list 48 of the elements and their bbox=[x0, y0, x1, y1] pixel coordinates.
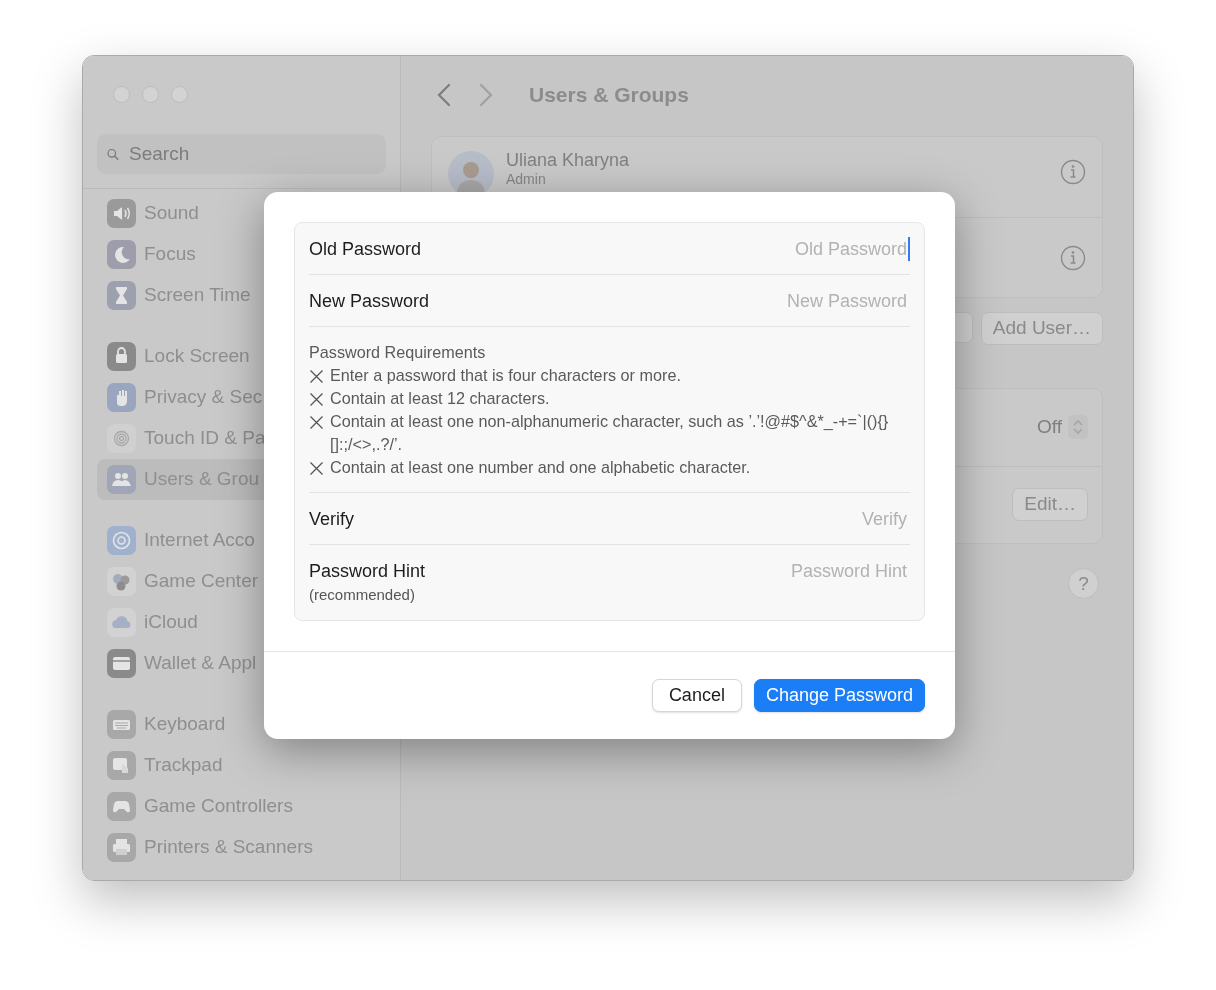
edit-button[interactable]: Edit… bbox=[1012, 488, 1088, 521]
password-field[interactable]: Verify bbox=[609, 507, 907, 531]
sidebar-item[interactable]: Game Controllers bbox=[97, 786, 386, 827]
cloud-icon bbox=[107, 608, 136, 637]
search-input[interactable]: Search bbox=[127, 135, 376, 173]
sidebar-item[interactable]: iCloud bbox=[97, 602, 386, 643]
field-label: Old Password bbox=[309, 238, 422, 261]
password-field[interactable]: Password Hint bbox=[609, 559, 907, 583]
people-icon bbox=[107, 465, 136, 494]
gamepad-icon bbox=[107, 792, 136, 821]
speaker-icon bbox=[107, 199, 136, 228]
field-note: (recommended) bbox=[309, 585, 416, 605]
hand-icon bbox=[107, 383, 136, 412]
requirements-title: Password Requirements bbox=[309, 342, 487, 363]
password-field[interactable]: Old Password bbox=[609, 237, 907, 261]
sidebar-item[interactable]: Trackpad bbox=[97, 745, 386, 786]
user-role: Admin bbox=[506, 171, 547, 188]
info-icon[interactable] bbox=[1060, 159, 1086, 185]
page-title: Users & Groups bbox=[529, 82, 689, 109]
back-icon[interactable] bbox=[437, 83, 451, 107]
password-field[interactable]: New Password bbox=[609, 289, 907, 313]
info-icon[interactable] bbox=[1060, 244, 1086, 271]
help-button[interactable]: ? bbox=[1068, 567, 1099, 599]
field-label: Password Hint bbox=[309, 561, 426, 581]
bubbles-icon bbox=[107, 567, 136, 596]
field-label: New Password bbox=[309, 290, 430, 313]
sidebar-item[interactable]: Keyboard bbox=[97, 704, 386, 745]
requirement-text: Enter a password that is four characters or more. bbox=[330, 365, 681, 386]
sidebar-item[interactable]: Sound bbox=[97, 193, 386, 234]
search-field[interactable]: Search bbox=[97, 134, 386, 174]
printer-icon bbox=[107, 833, 136, 862]
keyboard-icon bbox=[107, 710, 136, 739]
user-name: Uliana Kharyna bbox=[506, 151, 631, 171]
stepper-arrows-icon bbox=[1068, 415, 1088, 439]
forward-icon[interactable] bbox=[479, 83, 493, 107]
hourglass-icon bbox=[107, 281, 136, 310]
sidebar-item[interactable]: Printers & Scanners bbox=[97, 827, 386, 868]
change-password-button[interactable]: Change Password bbox=[753, 678, 925, 712]
requirement-text: Contain at least 12 characters. bbox=[330, 388, 550, 409]
cancel-button[interactable]: Cancel bbox=[651, 678, 742, 712]
wallet-icon bbox=[107, 649, 136, 678]
moon-icon bbox=[107, 240, 136, 269]
requirement-text: Contain at least one non-alphanumeric character, such as ’.’!@#$^&*_-+=`|(){}[]:;/<>,.?/’. bbox=[330, 411, 890, 455]
add-user-button[interactable]: Add User… bbox=[980, 312, 1103, 345]
field-label: Verify bbox=[309, 508, 355, 531]
popup-button[interactable]: Off bbox=[1037, 412, 1088, 442]
sidebar-item[interactable]: Wallet & Appl bbox=[97, 643, 386, 684]
lock-icon bbox=[107, 342, 136, 371]
